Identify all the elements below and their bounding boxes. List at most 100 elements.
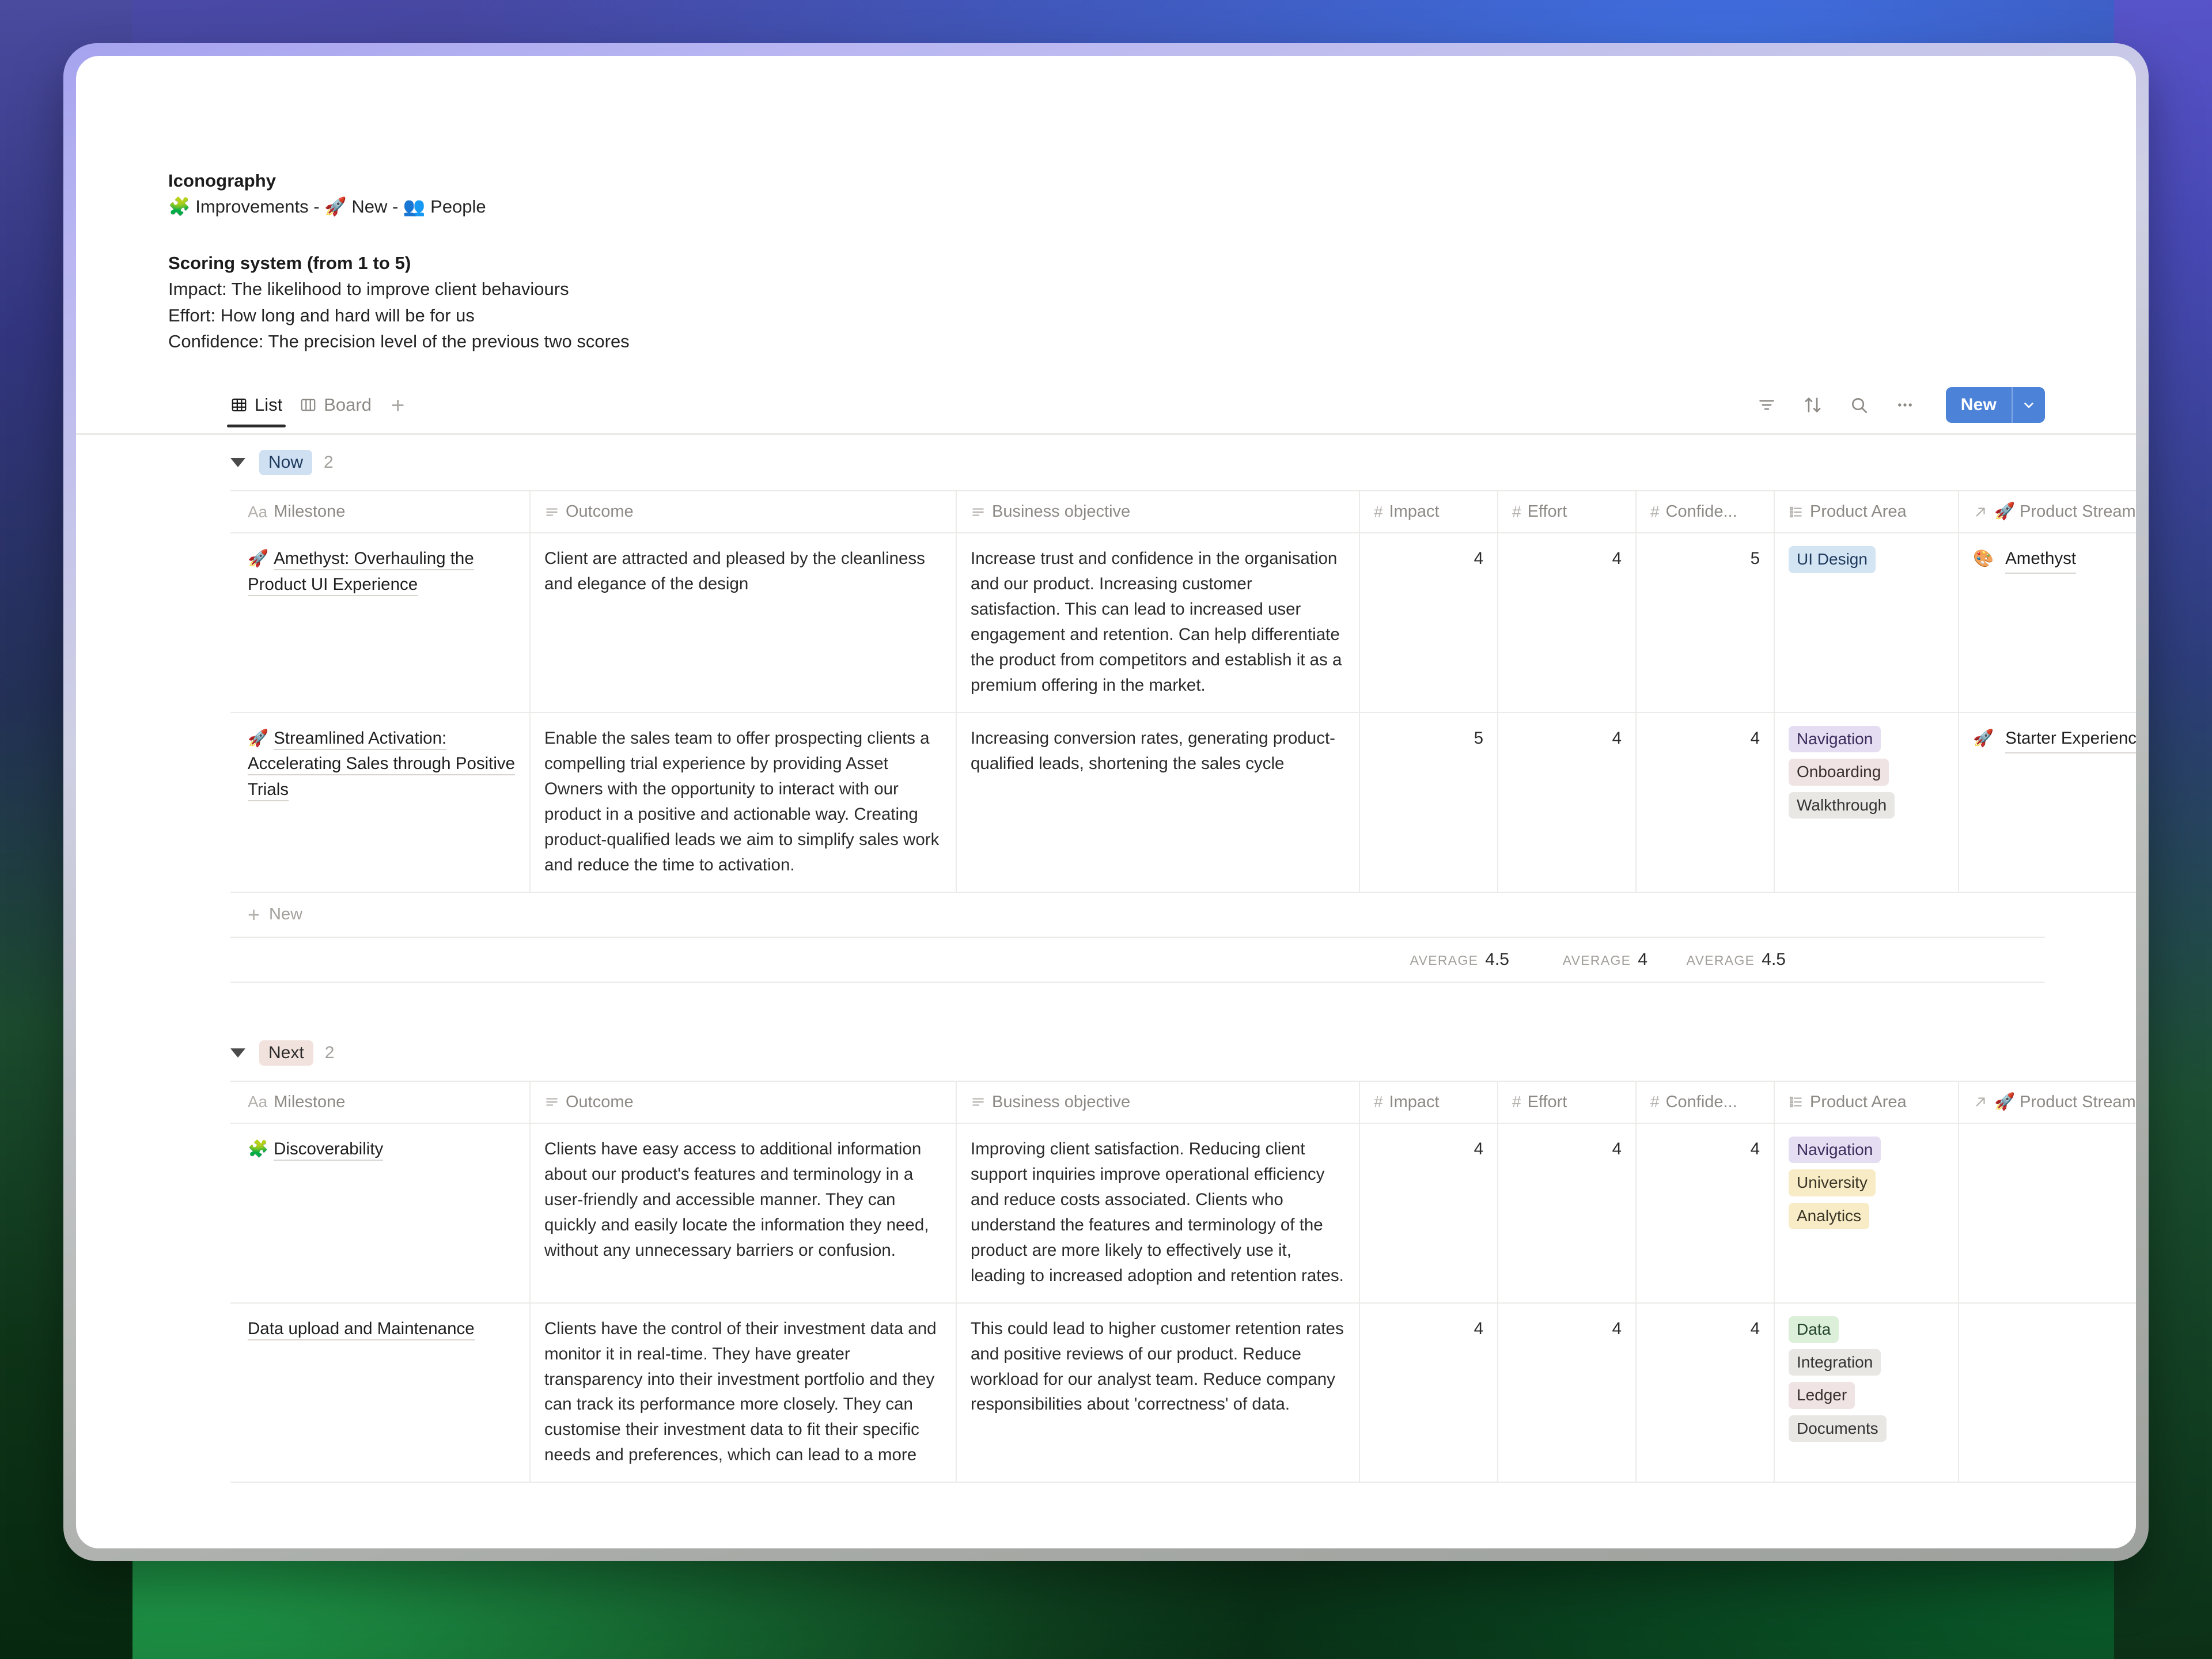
cell-product-area[interactable]: UI Design bbox=[1774, 533, 1959, 713]
group-name-badge[interactable]: Next bbox=[259, 1040, 313, 1066]
tag[interactable]: Navigation bbox=[1789, 1136, 1881, 1164]
column-header-label: Outcome bbox=[566, 502, 634, 521]
stream-link[interactable]: Starter Experience bbox=[2005, 726, 2136, 753]
tab-list[interactable]: List bbox=[226, 395, 286, 428]
milestone-emoji-icon: 🚀 bbox=[248, 729, 269, 748]
cell-product-area[interactable]: Navigation University Analytics bbox=[1774, 1123, 1959, 1304]
column-header-impact[interactable]: # Impact bbox=[1359, 1080, 1498, 1124]
table-row[interactable]: 🚀 Streamlined Activation: Accelerating Sa… bbox=[230, 712, 2136, 893]
cell-product-streams[interactable] bbox=[1959, 1302, 2136, 1483]
table-row[interactable]: 🚀 Amethyst: Overhauling the Product UI Ex… bbox=[230, 533, 2136, 713]
more-icon[interactable] bbox=[1892, 392, 1918, 418]
tab-board[interactable]: Board bbox=[300, 395, 372, 426]
cell-effort[interactable]: 4 bbox=[1498, 712, 1637, 893]
cell-milestone[interactable]: 🚀 Amethyst: Overhauling the Product UI Ex… bbox=[230, 533, 531, 713]
title-type-icon: Aa bbox=[248, 1093, 268, 1111]
add-view-button[interactable]: + bbox=[389, 394, 407, 426]
tag[interactable]: UI Design bbox=[1789, 546, 1876, 573]
column-header-business-objective[interactable]: Business objective bbox=[956, 490, 1360, 534]
tag[interactable]: University bbox=[1789, 1169, 1876, 1196]
cell-outcome[interactable]: Client are attracted and pleased by the … bbox=[530, 533, 957, 713]
column-header-product-area[interactable]: Product Area bbox=[1774, 1080, 1959, 1124]
iconography-heading: Iconography bbox=[168, 171, 276, 191]
tag[interactable]: Integration bbox=[1789, 1349, 1881, 1376]
chevron-down-icon[interactable] bbox=[2012, 387, 2045, 423]
column-header-impact[interactable]: # Impact bbox=[1359, 490, 1498, 534]
column-header-product-area[interactable]: Product Area bbox=[1774, 490, 1959, 534]
milestone-link[interactable]: Data upload and Maintenance bbox=[248, 1319, 475, 1340]
cell-milestone[interactable]: 🚀 Streamlined Activation: Accelerating Sa… bbox=[230, 712, 531, 893]
stream-link[interactable]: Amethyst bbox=[2005, 546, 2077, 574]
column-header-label: 🚀 Product Streams bbox=[1994, 1092, 2136, 1111]
cell-milestone[interactable]: 🧩 Discoverability bbox=[230, 1123, 531, 1304]
tag[interactable]: Navigation bbox=[1789, 725, 1881, 753]
cell-product-streams[interactable] bbox=[1959, 1123, 2136, 1304]
cell-outcome[interactable]: Enable the sales team to offer prospecti… bbox=[530, 712, 957, 893]
cell-impact[interactable]: 4 bbox=[1359, 1123, 1498, 1304]
table-row[interactable]: Data upload and Maintenance Clients have … bbox=[230, 1302, 2136, 1483]
column-header-milestone[interactable]: Aa Milestone bbox=[230, 1080, 531, 1124]
cell-confidence[interactable]: 4 bbox=[1636, 712, 1775, 893]
cell-outcome[interactable]: Clients have easy access to additional i… bbox=[530, 1123, 957, 1304]
scoring-confidence-line: Confidence: The precision level of the p… bbox=[168, 331, 630, 351]
cell-product-area[interactable]: Data Integration Ledger Documents bbox=[1774, 1302, 1959, 1483]
column-header-outcome[interactable]: Outcome bbox=[530, 1080, 957, 1124]
milestone-emoji-icon: 🧩 bbox=[248, 1139, 269, 1158]
group-header[interactable]: Next 2 bbox=[230, 1025, 2045, 1081]
column-header-confide[interactable]: # Confide... bbox=[1636, 490, 1775, 534]
milestone-link[interactable]: Discoverability bbox=[274, 1139, 384, 1161]
milestone-link[interactable]: Streamlined Activation: Accelerating Sal… bbox=[248, 728, 516, 801]
cell-product-area[interactable]: Navigation Onboarding Walkthrough bbox=[1774, 712, 1959, 893]
text-type-icon bbox=[971, 1094, 986, 1109]
cell-product-streams[interactable]: 🎨 Amethyst bbox=[1959, 533, 2136, 713]
filter-icon[interactable] bbox=[1753, 392, 1780, 418]
cell-effort[interactable]: 4 bbox=[1498, 1123, 1637, 1304]
column-header-effort[interactable]: # Effort bbox=[1498, 1080, 1637, 1124]
cell-product-streams[interactable]: 🚀 Starter Experience bbox=[1959, 712, 2136, 893]
cell-effort[interactable]: 4 bbox=[1498, 1302, 1637, 1483]
cell-business-objective[interactable]: Improving client satisfaction. Reducing … bbox=[956, 1123, 1360, 1304]
add-row-button[interactable]: + New bbox=[230, 893, 2045, 938]
group-header[interactable]: Now 2 bbox=[230, 435, 2045, 490]
tag[interactable]: Walkthrough bbox=[1789, 791, 1895, 819]
cell-impact[interactable]: 5 bbox=[1359, 712, 1498, 893]
cell-milestone[interactable]: Data upload and Maintenance bbox=[230, 1302, 531, 1483]
tag[interactable]: Analytics bbox=[1789, 1202, 1870, 1230]
column-header-product-streams[interactable]: 🚀 Product Streams bbox=[1959, 1080, 2136, 1124]
summary-confidence[interactable]: AVERAGE 4.5 bbox=[1664, 950, 1802, 969]
summary-value: 4.5 bbox=[1762, 949, 1786, 969]
column-header-outcome[interactable]: Outcome bbox=[530, 490, 957, 534]
summary-effort[interactable]: AVERAGE 4 bbox=[1525, 950, 1664, 969]
column-header-business-objective[interactable]: Business objective bbox=[956, 1080, 1360, 1124]
sort-icon[interactable] bbox=[1800, 392, 1826, 418]
chevron-down-icon[interactable] bbox=[230, 458, 245, 468]
column-header-product-streams[interactable]: 🚀 Product Streams bbox=[1959, 490, 2136, 534]
cell-outcome[interactable]: Clients have the control of their invest… bbox=[530, 1302, 957, 1483]
new-button[interactable]: New bbox=[1945, 387, 2045, 423]
plus-icon: + bbox=[248, 902, 260, 926]
cell-business-objective[interactable]: This could lead to higher customer reten… bbox=[956, 1302, 1360, 1483]
cell-impact[interactable]: 4 bbox=[1359, 533, 1498, 713]
column-header-effort[interactable]: # Effort bbox=[1498, 490, 1637, 534]
cell-effort[interactable]: 4 bbox=[1498, 533, 1637, 713]
search-icon[interactable] bbox=[1846, 392, 1872, 418]
tag[interactable]: Onboarding bbox=[1789, 759, 1889, 786]
group-name-badge[interactable]: Now bbox=[259, 450, 313, 476]
cell-confidence[interactable]: 4 bbox=[1636, 1123, 1775, 1304]
column-header-confide[interactable]: # Confide... bbox=[1636, 1080, 1775, 1124]
tag[interactable]: Documents bbox=[1789, 1415, 1887, 1442]
milestone-link[interactable]: Amethyst: Overhauling the Product UI Exp… bbox=[248, 549, 474, 596]
summary-impact[interactable]: AVERAGE 4.5 bbox=[1387, 950, 1525, 969]
table-row[interactable]: 🧩 Discoverability Clients have easy access… bbox=[230, 1123, 2136, 1304]
cell-confidence[interactable]: 4 bbox=[1636, 1302, 1775, 1483]
cell-business-objective[interactable]: Increasing conversion rates, generating … bbox=[956, 712, 1360, 893]
tag[interactable]: Data bbox=[1789, 1316, 1839, 1343]
tag-list: UI Design bbox=[1789, 546, 1944, 573]
cell-impact[interactable]: 4 bbox=[1359, 1302, 1498, 1483]
cell-business-objective[interactable]: Increase trust and confidence in the org… bbox=[956, 533, 1360, 713]
tag[interactable]: Ledger bbox=[1789, 1382, 1855, 1409]
column-header-milestone[interactable]: Aa Milestone bbox=[230, 490, 531, 534]
chevron-down-icon[interactable] bbox=[230, 1048, 245, 1058]
relation-type-icon bbox=[1973, 505, 1988, 520]
cell-confidence[interactable]: 5 bbox=[1636, 533, 1775, 713]
